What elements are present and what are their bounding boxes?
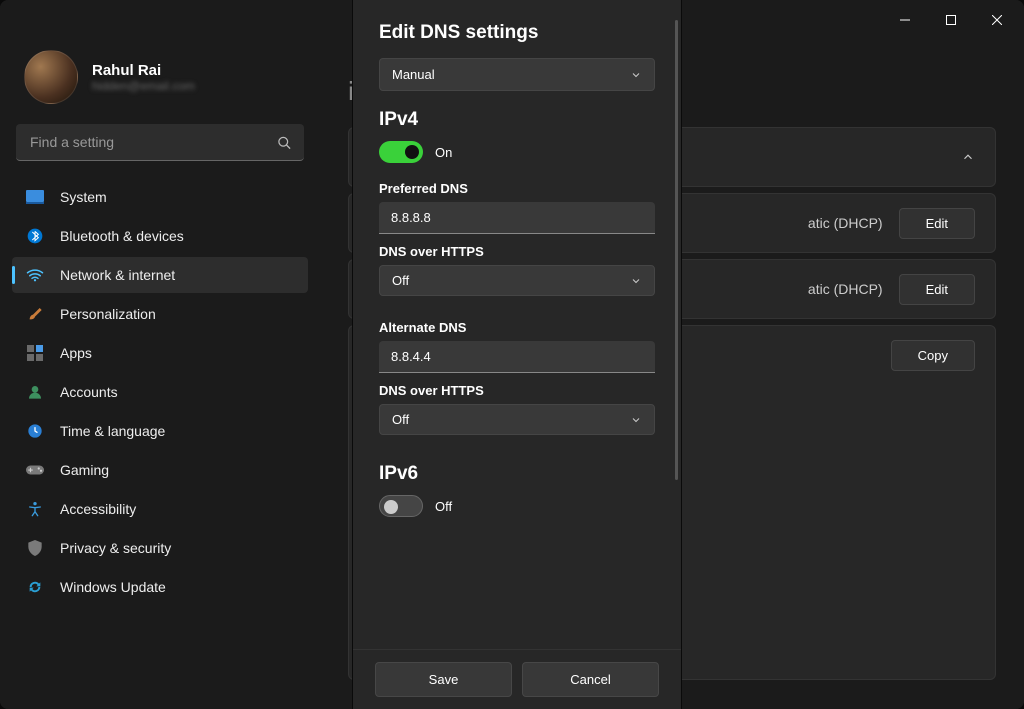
- search-icon: [277, 135, 292, 150]
- detail-value: atic (DHCP): [808, 215, 883, 231]
- person-icon: [26, 383, 44, 401]
- sidebar-item-label: System: [60, 189, 107, 205]
- detail-value: atic (DHCP): [808, 281, 883, 297]
- ipv4-toggle[interactable]: [379, 141, 423, 163]
- sidebar-item-time[interactable]: Time & language: [12, 413, 308, 449]
- alternate-dns-label: Alternate DNS: [379, 320, 655, 335]
- ipv4-heading: IPv4: [379, 109, 655, 131]
- chevron-down-icon: [630, 69, 642, 81]
- sidebar-item-update[interactable]: Windows Update: [12, 569, 308, 605]
- sidebar-item-bluetooth[interactable]: Bluetooth & devices: [12, 218, 308, 254]
- apps-icon: [26, 344, 44, 362]
- toggle-label: Off: [435, 499, 452, 514]
- chevron-up-icon: [961, 150, 975, 164]
- sidebar-item-network[interactable]: Network & internet: [12, 257, 308, 293]
- nav: System Bluetooth & devices Network & int…: [12, 179, 308, 605]
- ipv6-toggle[interactable]: [379, 495, 423, 517]
- brush-icon: [26, 305, 44, 323]
- sidebar-item-label: Network & internet: [60, 267, 175, 283]
- preferred-dns-label: Preferred DNS: [379, 181, 655, 196]
- doh-dropdown[interactable]: Off: [379, 265, 655, 296]
- wifi-icon: [26, 266, 44, 284]
- edit-button[interactable]: Edit: [899, 208, 975, 239]
- accessibility-icon: [26, 500, 44, 518]
- copy-button[interactable]: Copy: [891, 340, 975, 371]
- account-name: Rahul Rai: [92, 62, 195, 79]
- sidebar-item-gaming[interactable]: Gaming: [12, 452, 308, 488]
- sidebar-item-label: Gaming: [60, 462, 109, 478]
- sidebar: Settings Rahul Rai hidden@email.com Syst: [0, 40, 320, 709]
- search-input[interactable]: [16, 124, 304, 161]
- sidebar-item-accounts[interactable]: Accounts: [12, 374, 308, 410]
- gaming-icon: [26, 461, 44, 479]
- dropdown-value: Manual: [392, 67, 435, 82]
- sidebar-item-label: Windows Update: [60, 579, 166, 595]
- dropdown-value: Off: [392, 412, 409, 427]
- system-icon: [26, 188, 44, 206]
- sidebar-item-label: Apps: [60, 345, 92, 361]
- maximize-button[interactable]: [928, 4, 974, 36]
- doh-dropdown[interactable]: Off: [379, 404, 655, 435]
- alternate-dns-input[interactable]: [379, 341, 655, 373]
- bluetooth-icon: [26, 227, 44, 245]
- sidebar-item-personalization[interactable]: Personalization: [12, 296, 308, 332]
- save-button[interactable]: Save: [375, 662, 512, 697]
- doh-label: DNS over HTTPS: [379, 244, 655, 259]
- sidebar-item-label: Personalization: [60, 306, 156, 322]
- chevron-down-icon: [630, 414, 642, 426]
- account-email: hidden@email.com: [92, 79, 195, 93]
- avatar: [24, 50, 78, 104]
- toggle-label: On: [435, 145, 452, 160]
- edit-dns-dialog: Edit DNS settings Manual IPv4 On Preferr…: [352, 0, 682, 709]
- preferred-dns-input[interactable]: [379, 202, 655, 234]
- sidebar-item-label: Accounts: [60, 384, 118, 400]
- sidebar-item-label: Time & language: [60, 423, 165, 439]
- ipv6-heading: IPv6: [379, 463, 655, 485]
- sidebar-item-apps[interactable]: Apps: [12, 335, 308, 371]
- doh-label: DNS over HTTPS: [379, 383, 655, 398]
- chevron-down-icon: [630, 275, 642, 287]
- dns-mode-dropdown[interactable]: Manual: [379, 58, 655, 91]
- dialog-title: Edit DNS settings: [379, 22, 655, 44]
- sidebar-item-system[interactable]: System: [12, 179, 308, 215]
- minimize-button[interactable]: [882, 4, 928, 36]
- edit-button[interactable]: Edit: [899, 274, 975, 305]
- cancel-button[interactable]: Cancel: [522, 662, 659, 697]
- scrollbar[interactable]: [675, 20, 678, 480]
- sidebar-item-label: Bluetooth & devices: [60, 228, 184, 244]
- account-row[interactable]: Rahul Rai hidden@email.com: [12, 40, 308, 124]
- sidebar-item-label: Privacy & security: [60, 540, 171, 556]
- sidebar-item-label: Accessibility: [60, 501, 136, 517]
- sidebar-item-privacy[interactable]: Privacy & security: [12, 530, 308, 566]
- clock-icon: [26, 422, 44, 440]
- dropdown-value: Off: [392, 273, 409, 288]
- sidebar-item-accessibility[interactable]: Accessibility: [12, 491, 308, 527]
- shield-icon: [26, 539, 44, 557]
- update-icon: [26, 578, 44, 596]
- close-button[interactable]: [974, 4, 1020, 36]
